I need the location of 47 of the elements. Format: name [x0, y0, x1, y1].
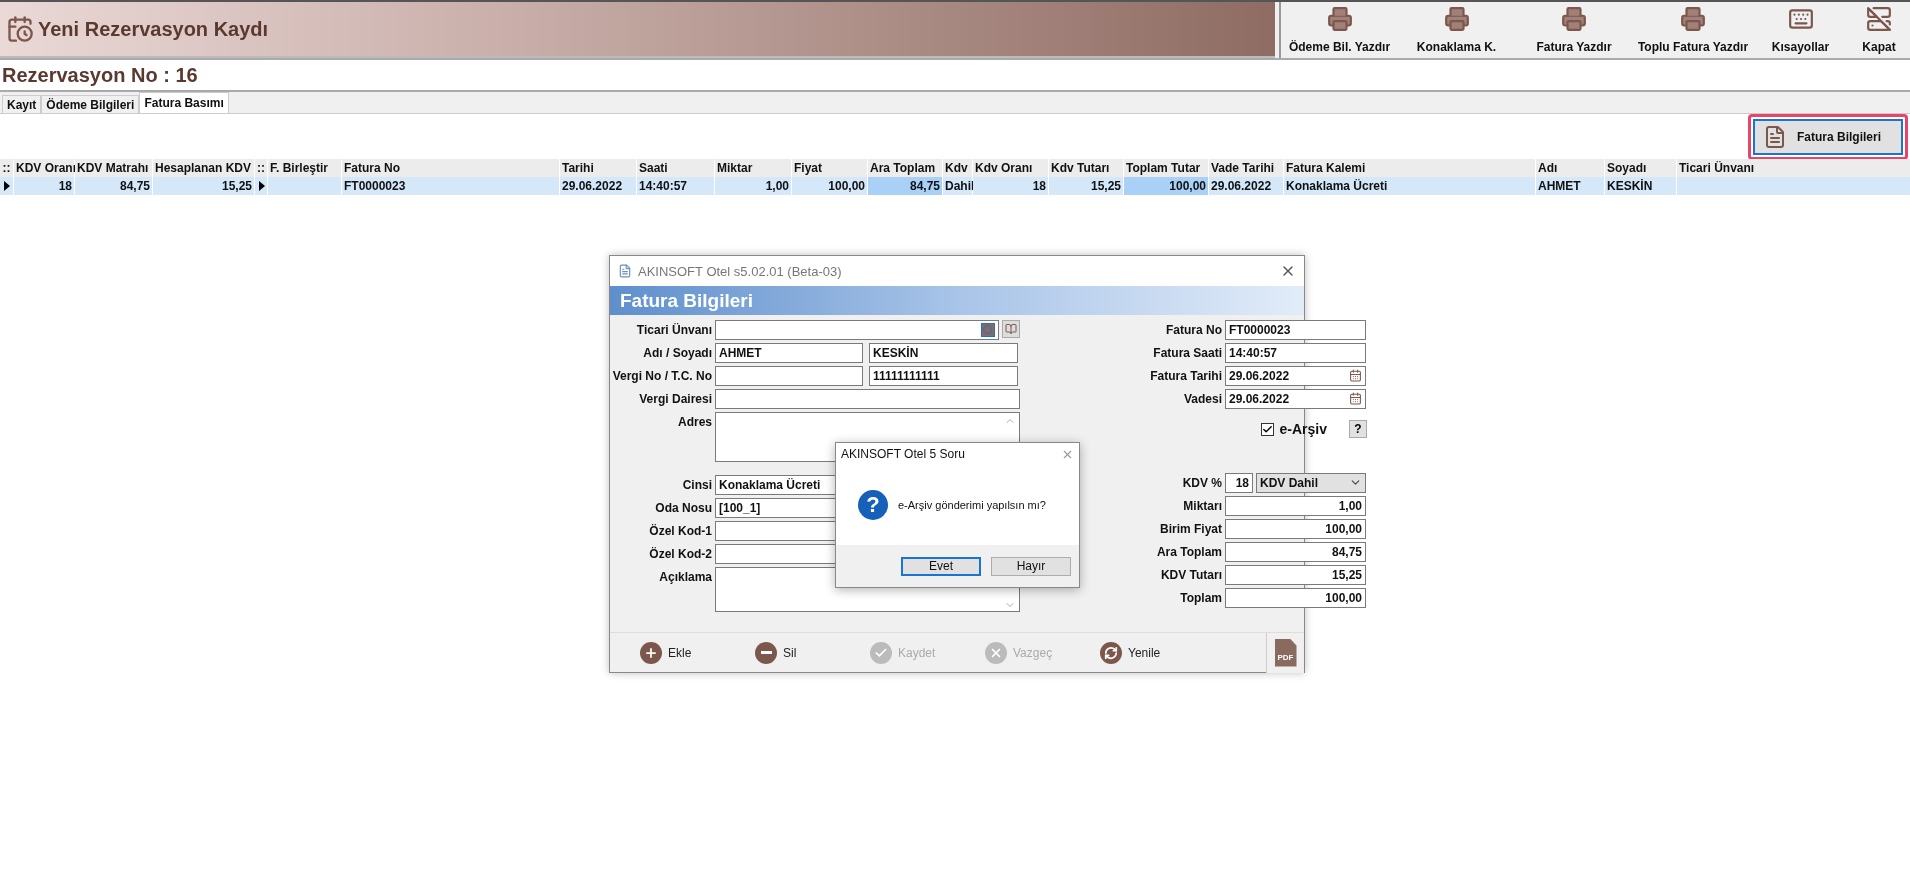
table-cell: 18 [14, 177, 75, 195]
field-label: Vergi Dairesi [638, 391, 712, 406]
field-label: Özel Kod-1 [648, 523, 712, 538]
field-label: Adı / Soyadı [642, 345, 712, 360]
table-cell: 1,00 [715, 177, 792, 195]
table-cell: 100,00 [1124, 177, 1209, 195]
column-grip: :: [0, 159, 14, 177]
field-label: Toplam [1179, 590, 1222, 605]
table-cell: Dahil [943, 177, 973, 195]
field-label: Fatura Tarihi [1149, 368, 1222, 383]
field-label: Fatura Saati [1152, 345, 1222, 360]
field-label: Ticari Ünvanı [635, 322, 712, 337]
table-cell: Konaklama Ücreti [1284, 177, 1536, 195]
field-label: Oda Nosu [654, 500, 712, 515]
table-cell: 29.06.2022 [560, 177, 637, 195]
window-title: Yeni Rezervasyon Kaydı [38, 17, 269, 41]
field-label: Cinsi [681, 477, 712, 492]
table-cell: 15,25 [153, 177, 255, 195]
field-label: Vergi No / T.C. No [611, 368, 712, 383]
field-label: Vadesi [1182, 391, 1222, 406]
field-label: Miktarı [1182, 498, 1222, 513]
table-cell: 15,25 [1049, 177, 1124, 195]
checkbox-label: e-Arşiv [1279, 421, 1327, 437]
dialog-header: Fatura Bilgileri [610, 286, 1304, 315]
table-cell: KESKİN [1605, 177, 1677, 195]
field-label: Fatura No [1165, 322, 1222, 337]
field-label: Ara Toplam [1155, 544, 1222, 559]
field-label: KDV Tutarı [1159, 567, 1222, 582]
dialog-title: AKINSOFT Otel s5.02.01 (Beta-03) [638, 263, 843, 279]
table-cell: 29.06.2022 [1209, 177, 1284, 195]
table-cell: 84,75 [75, 177, 153, 195]
message-box-title: AKINSOFT Otel 5 Soru [841, 447, 965, 461]
table-cell: FT0000023 [342, 177, 560, 195]
table-cell: AHMET [1536, 177, 1605, 195]
table-cell: 14:40:57 [637, 177, 715, 195]
field-label: Açıklama [658, 569, 712, 584]
reservation-title: Rezervasyon No : 16 [2, 63, 198, 87]
table-cell: 100,00 [792, 177, 868, 195]
question-icon: ? [858, 490, 888, 520]
column-grip: :: [255, 159, 268, 177]
table-cell: 18 [973, 177, 1049, 195]
field-label: KDV % [1181, 475, 1222, 490]
message-text: e-Arşiv gönderimi yapılsın mı? [898, 499, 1046, 511]
field-label: Birim Fiyat [1159, 521, 1222, 536]
table-cell: 84,75 [868, 177, 943, 195]
field-label: Adres [677, 414, 712, 429]
field-label: Özel Kod-2 [648, 546, 712, 561]
